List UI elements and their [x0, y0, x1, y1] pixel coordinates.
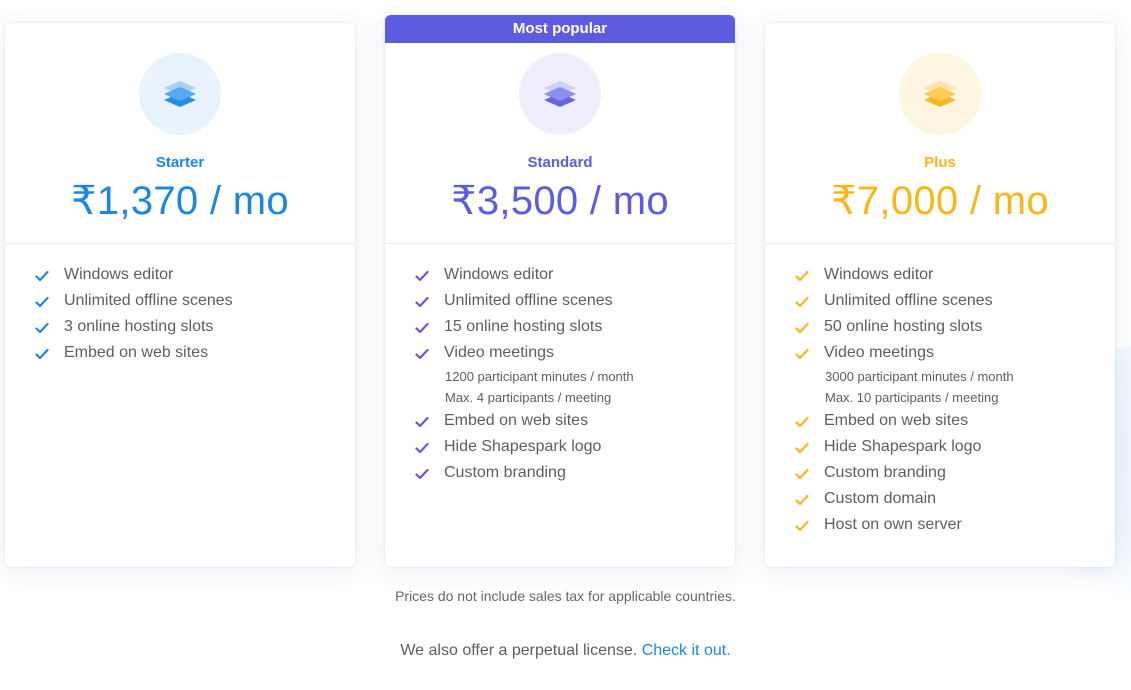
check-icon — [795, 494, 809, 506]
layers-icon — [924, 81, 956, 107]
check-icon — [35, 348, 49, 360]
check-icon — [795, 270, 809, 282]
feature-label: Embed on web sites — [64, 344, 209, 361]
feature-label: Unlimited offline scenes — [444, 292, 613, 309]
check-icon — [415, 348, 429, 360]
most-popular-ribbon: Most popular — [385, 15, 735, 43]
feature-list: Windows editor Unlimited offline scenes … — [5, 244, 355, 366]
feature-label: Windows editor — [824, 266, 934, 283]
check-icon — [795, 322, 809, 334]
check-icon — [795, 348, 809, 360]
check-icon — [795, 520, 809, 532]
feature-item: Video meetings 3000 participant minutes /… — [795, 340, 1115, 408]
feature-item: 15 online hosting slots — [415, 314, 735, 340]
perpetual-license-text: We also offer a perpetual license. — [400, 642, 638, 659]
feature-item: Embed on web sites — [415, 408, 735, 434]
feature-item: Unlimited offline scenes — [415, 288, 735, 314]
feature-label: 50 online hosting slots — [824, 318, 983, 335]
check-icon — [35, 322, 49, 334]
plan-price: ₹1,370 / mo — [71, 179, 289, 223]
feature-detail: Max. 4 participants / meeting — [445, 390, 612, 405]
plan-name: Starter — [155, 154, 205, 171]
plan-icon-circle — [899, 53, 981, 135]
feature-label: Custom branding — [444, 464, 566, 481]
feature-label: Hide Shapespark logo — [444, 438, 602, 455]
check-icon — [795, 296, 809, 308]
check-icon — [415, 296, 429, 308]
feature-item: Embed on web sites — [795, 408, 1115, 434]
feature-label: Custom branding — [824, 464, 946, 481]
perpetual-license-note: We also offer a perpetual license. Check… — [0, 642, 1131, 660]
feature-item: Windows editor — [415, 262, 735, 288]
feature-item: 50 online hosting slots — [795, 314, 1115, 340]
feature-label: Embed on web sites — [444, 412, 589, 429]
check-it-out-link[interactable]: Check it out. — [642, 642, 731, 659]
feature-item: Custom branding — [795, 460, 1115, 486]
check-icon — [795, 442, 809, 454]
plan-header: Starter ₹1,370 / mo — [5, 23, 355, 244]
check-icon — [415, 322, 429, 334]
feature-label: 3 online hosting slots — [64, 318, 214, 335]
check-icon — [415, 270, 429, 282]
feature-list: Windows editor Unlimited offline scenes … — [385, 244, 735, 486]
plan-name: Plus — [924, 154, 956, 171]
check-icon — [415, 468, 429, 480]
check-icon — [795, 416, 809, 428]
feature-label: Embed on web sites — [824, 412, 969, 429]
feature-item: Windows editor — [795, 262, 1115, 288]
plan-card-starter: Starter ₹1,370 / mo Windows editor Unlim… — [5, 23, 355, 567]
feature-detail: 3000 participant minutes / month — [825, 369, 1014, 384]
feature-item: Hide Shapespark logo — [415, 434, 735, 460]
feature-label: Host on own server — [824, 516, 962, 533]
feature-label: Video meetings — [824, 344, 934, 361]
plan-header: Standard ₹3,500 / mo — [385, 43, 735, 244]
feature-label: Hide Shapespark logo — [824, 438, 982, 455]
feature-label: Windows editor — [64, 266, 174, 283]
check-icon — [415, 442, 429, 454]
tax-note: Prices do not include sales tax for appl… — [395, 588, 736, 604]
feature-item: Custom domain — [795, 486, 1115, 512]
layers-icon — [544, 81, 576, 107]
feature-item: 3 online hosting slots — [35, 314, 355, 340]
plan-price: ₹7,000 / mo — [831, 179, 1049, 223]
feature-detail: Max. 10 participants / meeting — [825, 390, 999, 405]
feature-item: Custom branding — [415, 460, 735, 486]
feature-item: Host on own server — [795, 512, 1115, 538]
feature-label: Windows editor — [444, 266, 554, 283]
feature-label: 15 online hosting slots — [444, 318, 603, 335]
feature-label: Video meetings — [444, 344, 554, 361]
feature-label: Unlimited offline scenes — [64, 292, 233, 309]
feature-item: Embed on web sites — [35, 340, 355, 366]
feature-detail: 1200 participant minutes / month — [445, 369, 634, 384]
feature-list: Windows editor Unlimited offline scenes … — [765, 244, 1115, 538]
feature-item: Video meetings 1200 participant minutes /… — [415, 340, 735, 408]
layers-icon — [164, 81, 196, 107]
plan-card-plus: Plus ₹7,000 / mo Windows editor Unlimite… — [765, 23, 1115, 567]
check-icon — [35, 296, 49, 308]
feature-item: Unlimited offline scenes — [795, 288, 1115, 314]
check-icon — [35, 270, 49, 282]
feature-label: Custom domain — [824, 490, 937, 507]
plan-header: Plus ₹7,000 / mo — [765, 23, 1115, 244]
plan-name: Standard — [527, 154, 593, 171]
plan-icon-circle — [519, 53, 601, 135]
feature-label: Unlimited offline scenes — [824, 292, 993, 309]
plan-icon-circle — [139, 53, 221, 135]
plan-price: ₹3,500 / mo — [451, 179, 669, 223]
check-icon — [795, 468, 809, 480]
feature-item: Unlimited offline scenes — [35, 288, 355, 314]
feature-item: Windows editor — [35, 262, 355, 288]
check-icon — [415, 416, 429, 428]
plan-card-standard: Most popular Standard ₹3,500 / mo Window… — [385, 15, 735, 567]
feature-item: Hide Shapespark logo — [795, 434, 1115, 460]
